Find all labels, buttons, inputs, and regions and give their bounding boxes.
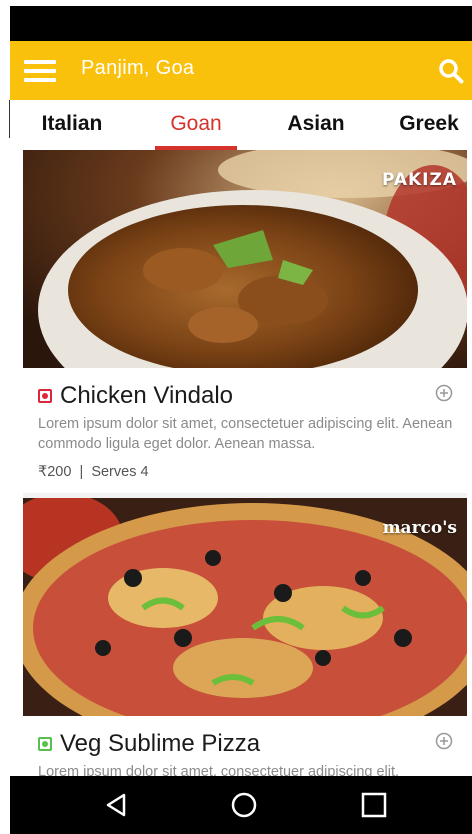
dish-description: Lorem ipsum dolor sit amet, consectetuer… <box>38 764 400 776</box>
status-bar <box>10 0 472 41</box>
tab-greek[interactable]: Greek <box>393 100 465 150</box>
dish-card[interactable]: PAKIZA Chicken Vindalo Lorem ipsum dolor… <box>23 150 467 493</box>
restaurant-badge: marco's <box>382 518 457 538</box>
dish-feed[interactable]: PAKIZA Chicken Vindalo Lorem ipsum dolor… <box>23 150 467 776</box>
dish-name[interactable]: Chicken Vindalo <box>60 382 233 410</box>
add-circle-icon[interactable] <box>435 384 453 402</box>
dish-description: Lorem ipsum dolor sit amet, consectetuer… <box>38 416 453 452</box>
left-edge <box>0 0 10 834</box>
recents-square-icon[interactable] <box>359 790 389 820</box>
non-veg-icon <box>38 389 52 403</box>
location-title[interactable]: Panjim, Goa <box>81 57 194 80</box>
tab-goan[interactable]: Goan <box>155 100 237 150</box>
tab-asian[interactable]: Asian <box>280 100 352 150</box>
restaurant-badge: PAKIZA <box>381 170 457 190</box>
price: ₹200 <box>38 464 72 480</box>
back-triangle-icon[interactable] <box>102 790 132 820</box>
menu-icon[interactable] <box>24 60 56 82</box>
serves: Serves 4 <box>91 464 149 480</box>
veg-icon <box>38 737 52 751</box>
dish-card[interactable]: marco's Veg Sublime Pizza Lorem ipsum do… <box>23 498 467 776</box>
phone-screen: Panjim, Goa Italian Goan Asian Greek PAK… <box>10 0 472 834</box>
dish-photo: PAKIZA <box>23 150 467 368</box>
search-icon[interactable] <box>438 58 464 84</box>
dish-name[interactable]: Veg Sublime Pizza <box>60 730 260 758</box>
meta-divider: | <box>75 464 88 480</box>
cuisine-tabs: Italian Goan Asian Greek <box>10 100 472 150</box>
home-circle-icon[interactable] <box>229 790 259 820</box>
tab-italian[interactable]: Italian <box>26 100 118 150</box>
dish-meta: ₹200 | Serves 4 <box>38 464 149 480</box>
add-circle-icon[interactable] <box>435 732 453 750</box>
dish-photo: marco's <box>23 498 467 716</box>
system-nav-bar <box>10 776 472 834</box>
app-bar: Panjim, Goa <box>10 41 472 100</box>
